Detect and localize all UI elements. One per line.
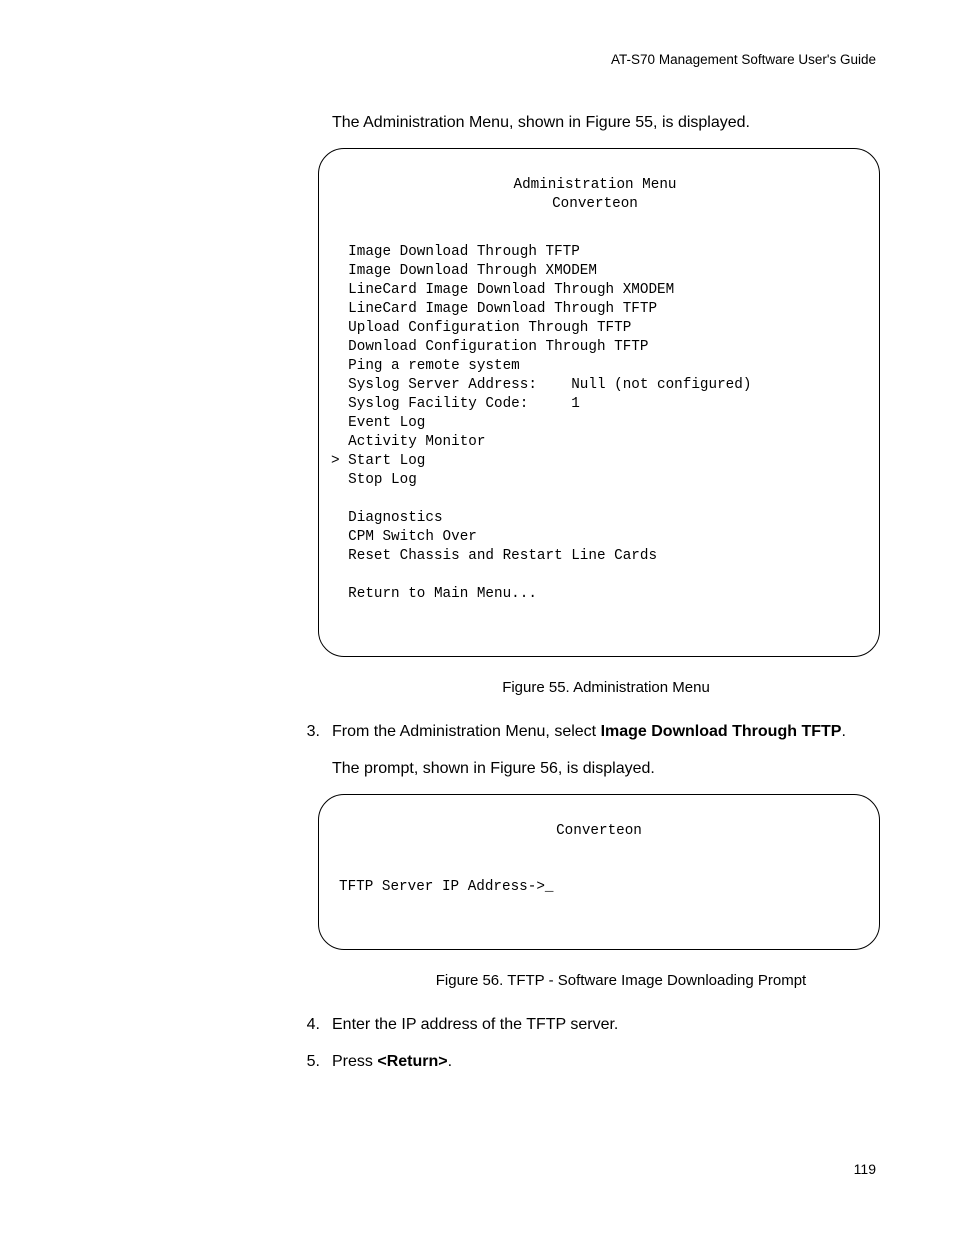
step-4-number: 4. [302, 1013, 320, 1036]
page-header: AT-S70 Management Software User's Guide [611, 52, 876, 67]
step-3-bold: Image Download Through TFTP [601, 723, 842, 740]
prompt-paragraph: The prompt, shown in Figure 56, is displ… [332, 758, 880, 780]
tftp-prompt-box: Converteon TFTP Server IP Address->_ [318, 794, 880, 950]
figure-55-caption: Figure 55. Administration Menu [332, 679, 880, 696]
step-3-post: . [841, 723, 845, 740]
step-4: 4. Enter the IP address of the TFTP serv… [302, 1013, 880, 1036]
step-5-pre: Press [332, 1053, 377, 1070]
step-3: 3. From the Administration Menu, select … [302, 720, 880, 743]
step-3-number: 3. [302, 720, 320, 743]
prompt-body: TFTP Server IP Address->_ [339, 878, 859, 897]
step-5: 5. Press <Return>. [302, 1050, 880, 1073]
page-number: 119 [854, 1161, 876, 1177]
step-5-bold: <Return> [377, 1053, 447, 1070]
menu-title: Administration Menu [331, 176, 859, 195]
step-5-body: Press <Return>. [332, 1050, 880, 1073]
page-content: The Administration Menu, shown in Figure… [332, 112, 880, 1087]
prompt-title: Converteon [339, 822, 859, 841]
menu-body: Image Download Through TFTP Image Downlo… [331, 243, 859, 604]
step-4-body: Enter the IP address of the TFTP server. [332, 1013, 880, 1036]
intro-paragraph: The Administration Menu, shown in Figure… [332, 112, 880, 134]
step-3-pre: From the Administration Menu, select [332, 723, 601, 740]
step-3-body: From the Administration Menu, select Ima… [332, 720, 880, 743]
step-5-number: 5. [302, 1050, 320, 1073]
step-5-post: . [448, 1053, 452, 1070]
menu-subtitle: Converteon [331, 195, 859, 214]
figure-56-caption: Figure 56. TFTP - Software Image Downloa… [362, 972, 880, 989]
admin-menu-box: Administration MenuConverteon Image Down… [318, 148, 880, 657]
